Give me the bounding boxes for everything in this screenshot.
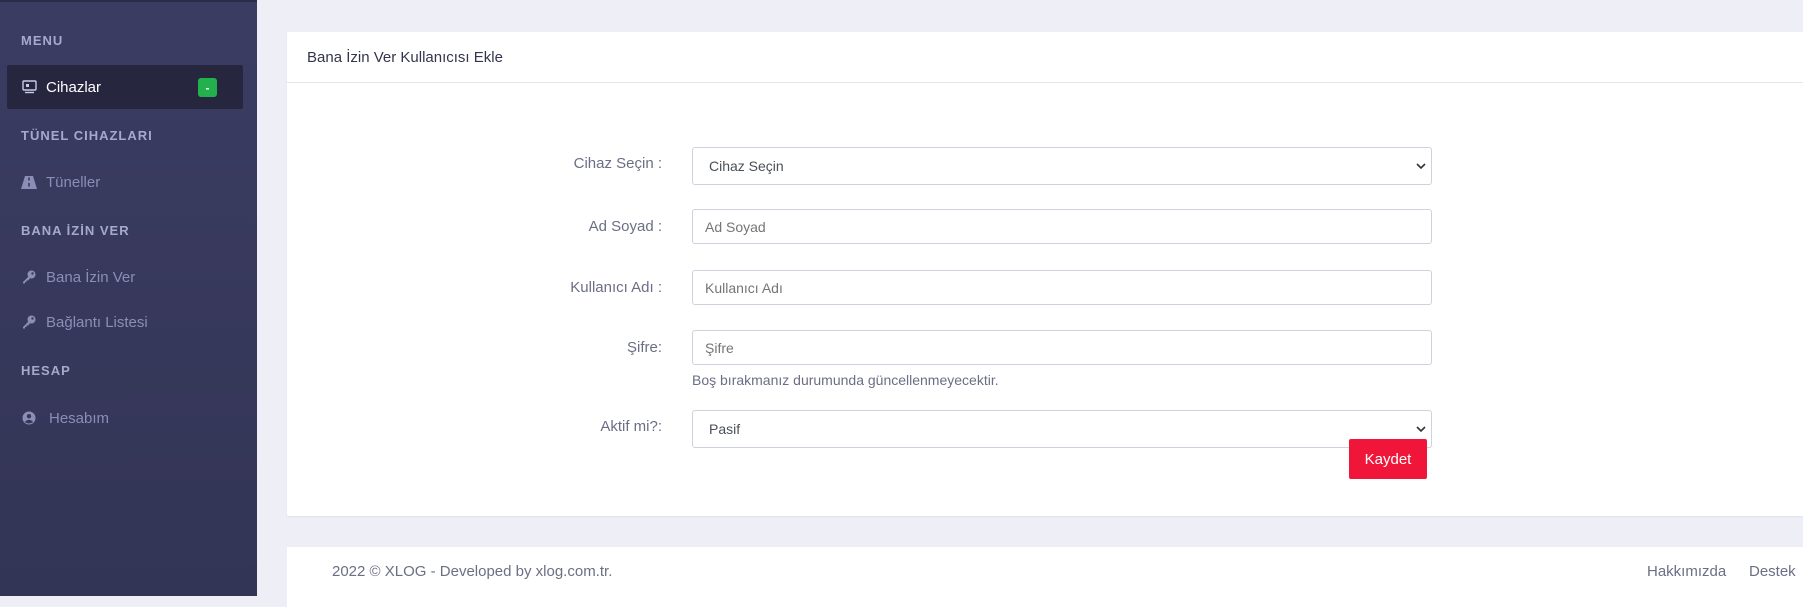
section-tunnel: TÜNEL CIHAZLARI (21, 128, 153, 143)
fullname-field[interactable] (692, 209, 1432, 244)
password-label: Şifre: (626, 339, 662, 356)
username-label: Kullanıcı Adı : (570, 279, 662, 296)
footer-link-about[interactable]: Hakkımızda (1647, 563, 1726, 580)
password-hint: Boş bırakmanız durumunda güncellenmeyece… (692, 372, 999, 388)
sidebar-item-my-account[interactable]: Hesabım (7, 396, 243, 440)
key-icon (21, 269, 37, 285)
sidebar-item-devices[interactable]: Cihazlar - (7, 65, 243, 109)
key-icon (21, 314, 37, 330)
sidebar-item-connections[interactable]: Bağlantı Listesi (7, 300, 243, 344)
footer-copyright: 2022 © XLOG - Developed by xlog.com.tr. (332, 563, 613, 580)
footer-link-support[interactable]: Destek (1749, 563, 1796, 580)
section-menu: MENU (21, 33, 64, 48)
status-badge: - (198, 78, 217, 97)
username-field[interactable] (692, 270, 1432, 305)
sidebar-item-allow-me[interactable]: Bana İzin Ver (7, 255, 243, 299)
form-card: Bana İzin Ver Kullanıcısı Ekle Cihaz Seç… (287, 32, 1803, 516)
save-button[interactable]: Kaydet (1349, 439, 1427, 479)
card-title: Bana İzin Ver Kullanıcısı Ekle (287, 32, 1803, 83)
sidebar: MENU Cihazlar - TÜNEL CIHAZLARI Tüneller… (0, 0, 257, 596)
sidebar-item-label: Hesabım (49, 409, 110, 427)
sidebar-item-label: Bağlantı Listesi (46, 313, 148, 331)
road-icon (21, 174, 37, 190)
device-select[interactable]: Cihaz Seçin (692, 147, 1432, 185)
password-field[interactable] (692, 330, 1432, 365)
sidebar-item-tunnels[interactable]: Tüneller (7, 160, 243, 204)
monitor-icon (21, 79, 37, 95)
sidebar-item-label: Cihazlar (46, 78, 102, 96)
section-allow: BANA İZİN VER (21, 223, 130, 238)
fullname-label: Ad Soyad : (588, 218, 662, 235)
sidebar-item-label: Tüneller (46, 173, 101, 191)
footer: 2022 © XLOG - Developed by xlog.com.tr. … (287, 547, 1803, 607)
section-account: HESAP (21, 363, 71, 378)
user-circle-icon (21, 410, 37, 426)
sidebar-item-label: Bana İzin Ver (46, 268, 136, 286)
active-label: Aktif mi?: (600, 418, 662, 435)
device-label: Cihaz Seçin : (573, 155, 662, 172)
active-select[interactable]: Pasif (692, 410, 1432, 448)
